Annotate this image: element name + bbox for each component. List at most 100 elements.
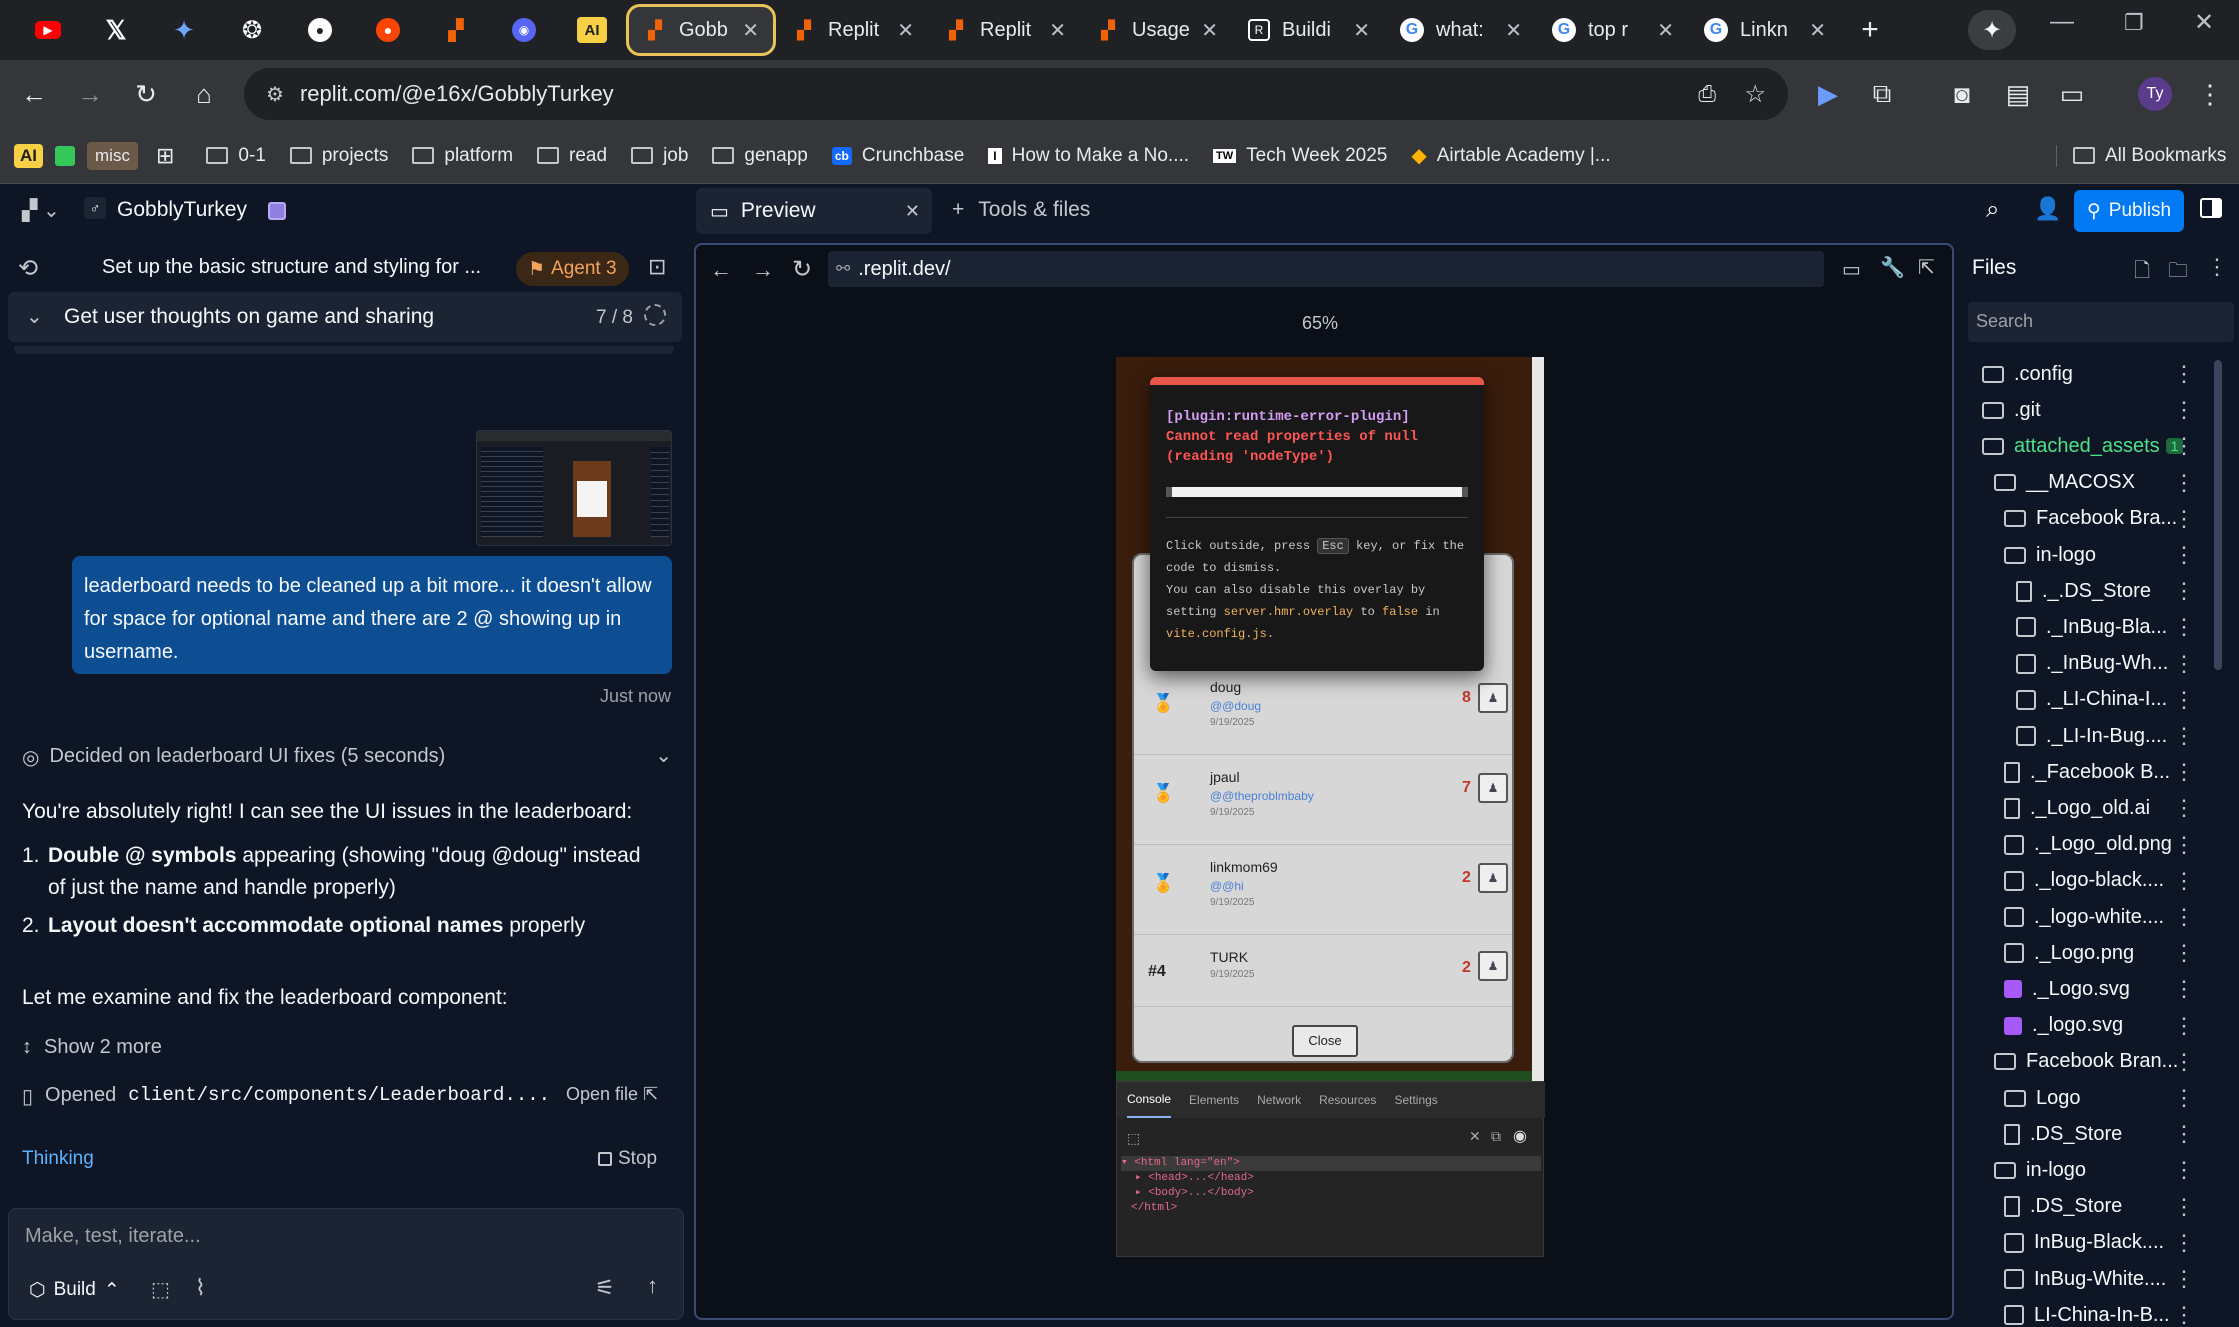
file-tree-item[interactable]: ._.DS_Store ⋮ xyxy=(1960,573,2239,609)
file-tree-item[interactable]: Facebook Bran... ⋮ xyxy=(1960,1044,2239,1080)
build-mode-button[interactable]: ⬡ Build ⌃ xyxy=(19,1271,130,1309)
new-chat-icon[interactable]: ⊡ xyxy=(648,254,666,280)
bookmark-crunchbase[interactable]: cb Crunchbase xyxy=(820,145,976,167)
item-menu-icon[interactable]: ⋮ xyxy=(2173,433,2195,459)
item-menu-icon[interactable]: ⋮ xyxy=(2173,1302,2195,1327)
youtube-tab[interactable]: ▶ xyxy=(14,8,82,52)
panel-toggle-icon[interactable] xyxy=(2200,198,2222,218)
install-icon[interactable]: ⎙ xyxy=(1698,81,1716,107)
item-menu-icon[interactable]: ⋮ xyxy=(2173,832,2195,858)
window-close-button[interactable]: ✕ xyxy=(2194,8,2214,37)
error-scrollbar[interactable] xyxy=(1166,487,1468,497)
close-icon[interactable]: ✕ xyxy=(1353,18,1370,43)
close-icon[interactable]: ✕ xyxy=(1049,18,1066,43)
tab-top[interactable]: Gtop r ✕ xyxy=(1538,6,1688,54)
close-icon[interactable]: ✕ xyxy=(897,18,914,43)
bookmark-airtable[interactable]: ◆ Airtable Academy |... xyxy=(1399,143,1622,168)
tab-whats[interactable]: Gwhat: ✕ xyxy=(1386,6,1536,54)
tab-gobbly[interactable]: ▞ Gobb ✕ xyxy=(626,4,776,56)
item-menu-icon[interactable]: ⋮ xyxy=(2173,1085,2195,1111)
bookmark-folder-job[interactable]: job xyxy=(619,145,700,167)
minimize-button[interactable]: — xyxy=(2050,8,2074,36)
file-tree-item[interactable]: LI-China-In-B... ⋮ xyxy=(1960,1297,2239,1327)
file-tree-item[interactable]: ._Facebook B... ⋮ xyxy=(1960,754,2239,790)
ai-tab[interactable]: AI xyxy=(558,8,626,52)
file-tree-item[interactable]: .DS_Store ⋮ xyxy=(1960,1116,2239,1152)
github-tab[interactable]: ● xyxy=(286,8,354,52)
bookmark-folder-platform[interactable]: platform xyxy=(400,145,525,167)
item-menu-icon[interactable]: ⋮ xyxy=(2173,687,2195,713)
bookmark-ai[interactable]: AI xyxy=(8,143,49,168)
devtools-tab-settings[interactable]: Settings xyxy=(1394,1093,1437,1107)
project-name[interactable]: GobblyTurkey xyxy=(117,198,247,222)
file-tree-item[interactable]: ._InBug-Wh... ⋮ xyxy=(1960,646,2239,682)
file-tree-item[interactable]: ._logo.svg ⋮ xyxy=(1960,1008,2239,1044)
file-tree-item[interactable]: __MACOSX ⋮ xyxy=(1960,465,2239,501)
history-icon[interactable]: ⟲ xyxy=(18,254,38,283)
chat-input[interactable]: Make, test, iterate... xyxy=(25,1225,201,1248)
leaderboard-close-button[interactable]: Close xyxy=(1292,1025,1358,1057)
item-menu-icon[interactable]: ⋮ xyxy=(2173,1194,2195,1220)
gemini-tab[interactable]: ✦ xyxy=(150,8,218,52)
search-icon[interactable]: ⌕ xyxy=(1986,196,1999,224)
item-menu-icon[interactable]: ⋮ xyxy=(2173,1266,2195,1292)
item-menu-icon[interactable]: ⋮ xyxy=(2173,868,2195,894)
preview-forward-button[interactable]: → xyxy=(752,257,774,283)
tab-replit-2[interactable]: ▞ Replit ✕ xyxy=(930,6,1080,54)
item-menu-icon[interactable]: ⋮ xyxy=(2173,1230,2195,1256)
trophy-button[interactable]: ♟ xyxy=(1478,683,1508,713)
bookmark-folder-genapp[interactable]: genapp xyxy=(700,145,819,167)
dom-line[interactable]: ▸ <body>...</body> xyxy=(1121,1186,1541,1201)
item-menu-icon[interactable]: ⋮ xyxy=(2173,1013,2195,1039)
reddit-tab[interactable]: ● xyxy=(354,8,422,52)
close-icon[interactable]: ✕ xyxy=(905,201,920,222)
gemini-button[interactable]: ✦ xyxy=(1968,10,2016,50)
close-icon[interactable]: ✕ xyxy=(1469,1128,1481,1145)
devtools-tab-resources[interactable]: Resources xyxy=(1319,1093,1376,1107)
restore-button[interactable]: ❐ xyxy=(2124,10,2144,36)
file-tree-item[interactable]: ._InBug-Bla... ⋮ xyxy=(1960,609,2239,645)
forward-button[interactable]: → xyxy=(62,66,118,122)
apps-button[interactable]: ⊞ xyxy=(144,143,186,169)
item-menu-icon[interactable]: ⋮ xyxy=(2173,723,2195,749)
item-menu-icon[interactable]: ⋮ xyxy=(2173,904,2195,930)
devtools-tab-network[interactable]: Network xyxy=(1257,1093,1301,1107)
devtools-tab-console[interactable]: Console xyxy=(1127,1082,1172,1118)
inspect-icon[interactable]: ⬚ xyxy=(1127,1130,1140,1147)
item-menu-icon[interactable]: ⋮ xyxy=(2173,506,2195,532)
extension-replit-button[interactable]: ▶ xyxy=(1800,66,1856,122)
close-icon[interactable]: ✕ xyxy=(1657,18,1674,43)
file-tree-item[interactable]: InBug-White.... ⋮ xyxy=(1960,1261,2239,1297)
trophy-button[interactable]: ♟ xyxy=(1478,951,1508,981)
files-menu-icon[interactable]: ⋮ xyxy=(2206,254,2228,280)
file-tree-item[interactable]: ._logo-white.... ⋮ xyxy=(1960,899,2239,935)
devices-icon[interactable]: ▭ xyxy=(1842,257,1861,282)
item-menu-icon[interactable]: ⋮ xyxy=(2173,361,2195,387)
devtools-tab-elements[interactable]: Elements xyxy=(1189,1093,1239,1107)
new-tab-button[interactable]: + xyxy=(1842,2,1898,58)
close-icon[interactable]: ✕ xyxy=(1505,18,1522,43)
chatgpt-tab[interactable]: ❂ xyxy=(218,8,286,52)
attached-screenshot-thumbnail[interactable] xyxy=(476,430,672,546)
file-tree-item[interactable]: ._logo-black.... ⋮ xyxy=(1960,863,2239,899)
bookmark-how-to[interactable]: I How to Make a No.... xyxy=(976,145,1201,167)
x-tab[interactable]: 𝕏 xyxy=(82,8,150,52)
vite-error-overlay[interactable]: [plugin:runtime-error-plugin] Cannot rea… xyxy=(1150,377,1484,671)
invite-user-icon[interactable]: 👤 xyxy=(2034,196,2061,222)
replit-pinned-tab[interactable]: ▞ xyxy=(422,8,490,52)
viewport-scrollbar[interactable] xyxy=(1532,357,1544,1081)
file-tree-item[interactable]: attached_assets 1 ⋮ xyxy=(1960,428,2239,464)
paperclip-icon[interactable]: ⌇ xyxy=(195,1275,206,1301)
item-menu-icon[interactable]: ⋮ xyxy=(2173,759,2195,785)
preview-back-button[interactable]: ← xyxy=(710,257,732,283)
decision-summary[interactable]: ◎ Decided on leaderboard UI fixes (5 sec… xyxy=(22,745,672,770)
stop-button[interactable]: Stop xyxy=(598,1148,657,1170)
close-icon[interactable]: ✕ xyxy=(1201,18,1218,43)
tab-replit-1[interactable]: ▞ Replit ✕ xyxy=(778,6,928,54)
file-tree-item[interactable]: ._LI-In-Bug.... ⋮ xyxy=(1960,718,2239,754)
open-file-button[interactable]: Open file ⇱ xyxy=(566,1084,658,1105)
tab-usage[interactable]: ▞ Usage ✕ xyxy=(1082,6,1232,54)
tab-linkn[interactable]: G Linkn ✕ xyxy=(1690,6,1840,54)
tab-tools-files[interactable]: + Tools & files xyxy=(952,198,1090,222)
item-menu-icon[interactable]: ⋮ xyxy=(2173,976,2195,1002)
